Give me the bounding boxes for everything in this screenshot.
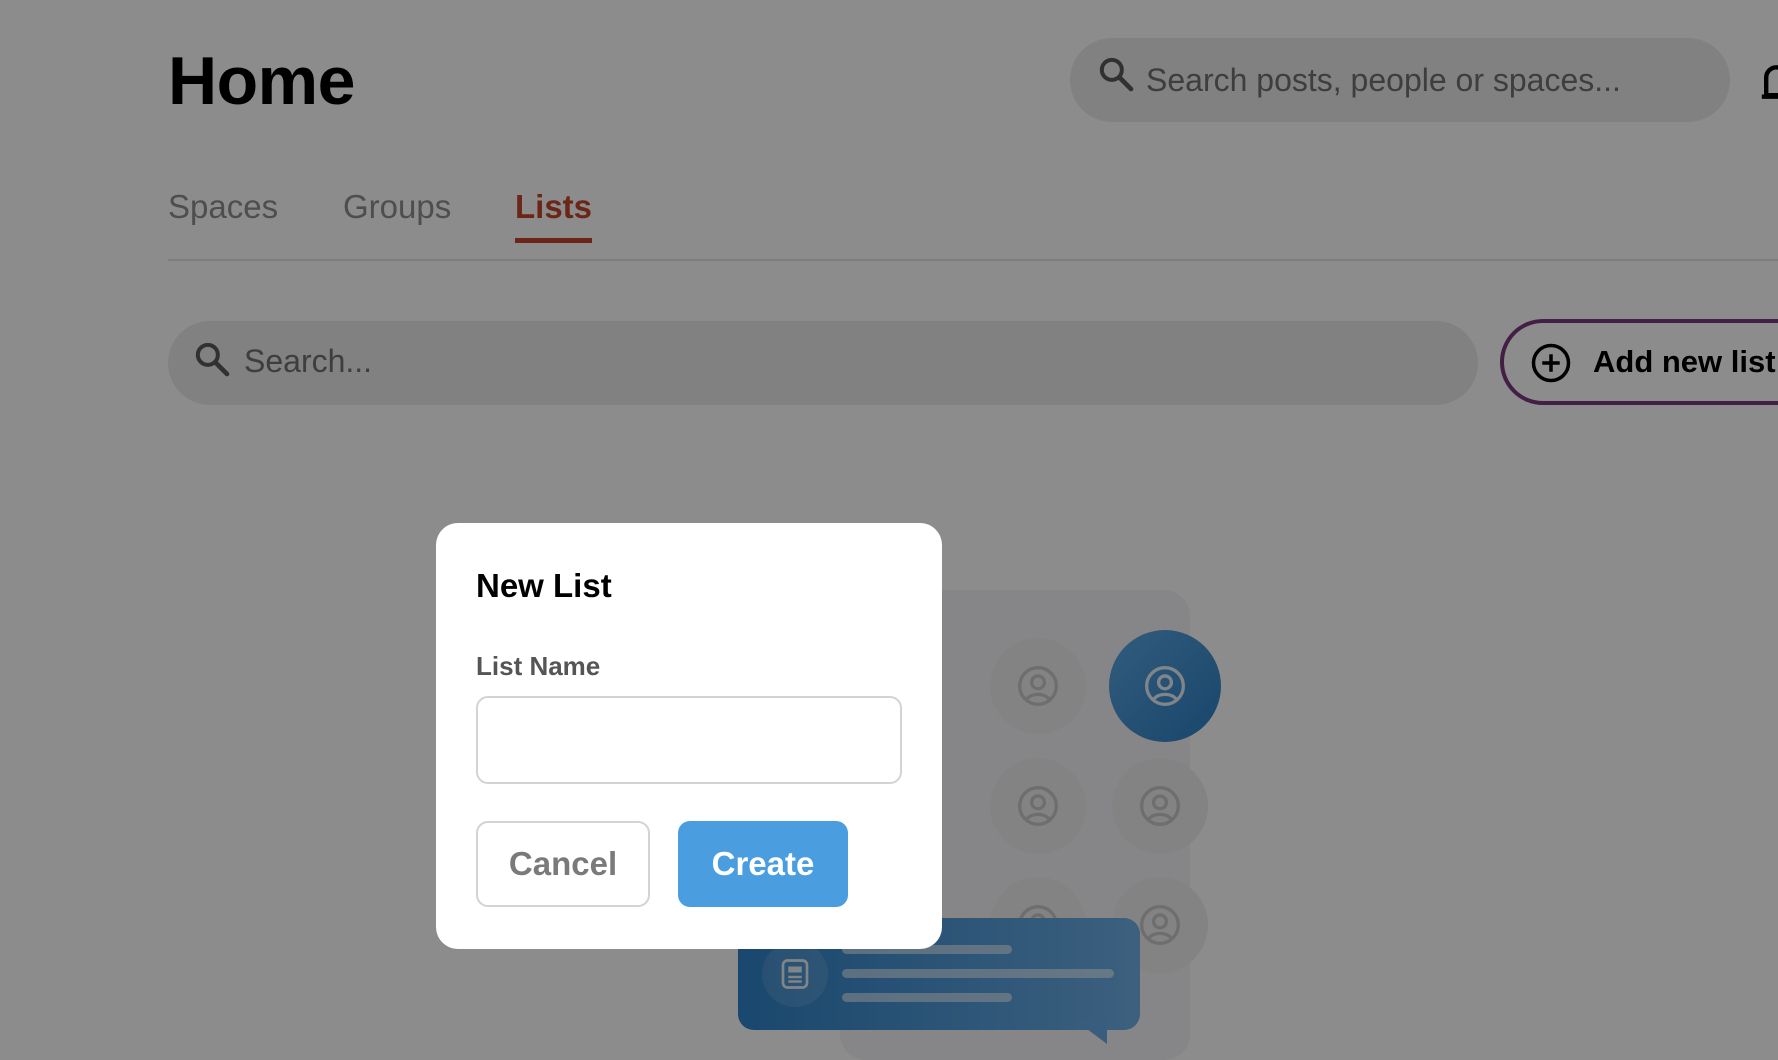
create-button[interactable]: Create	[678, 821, 848, 907]
list-name-input[interactable]	[476, 696, 902, 784]
new-list-dialog: New List List Name Cancel Create	[436, 523, 942, 949]
cancel-button[interactable]: Cancel	[476, 821, 650, 907]
dialog-title: New List	[476, 567, 612, 604]
list-name-label: List Name	[476, 651, 601, 681]
